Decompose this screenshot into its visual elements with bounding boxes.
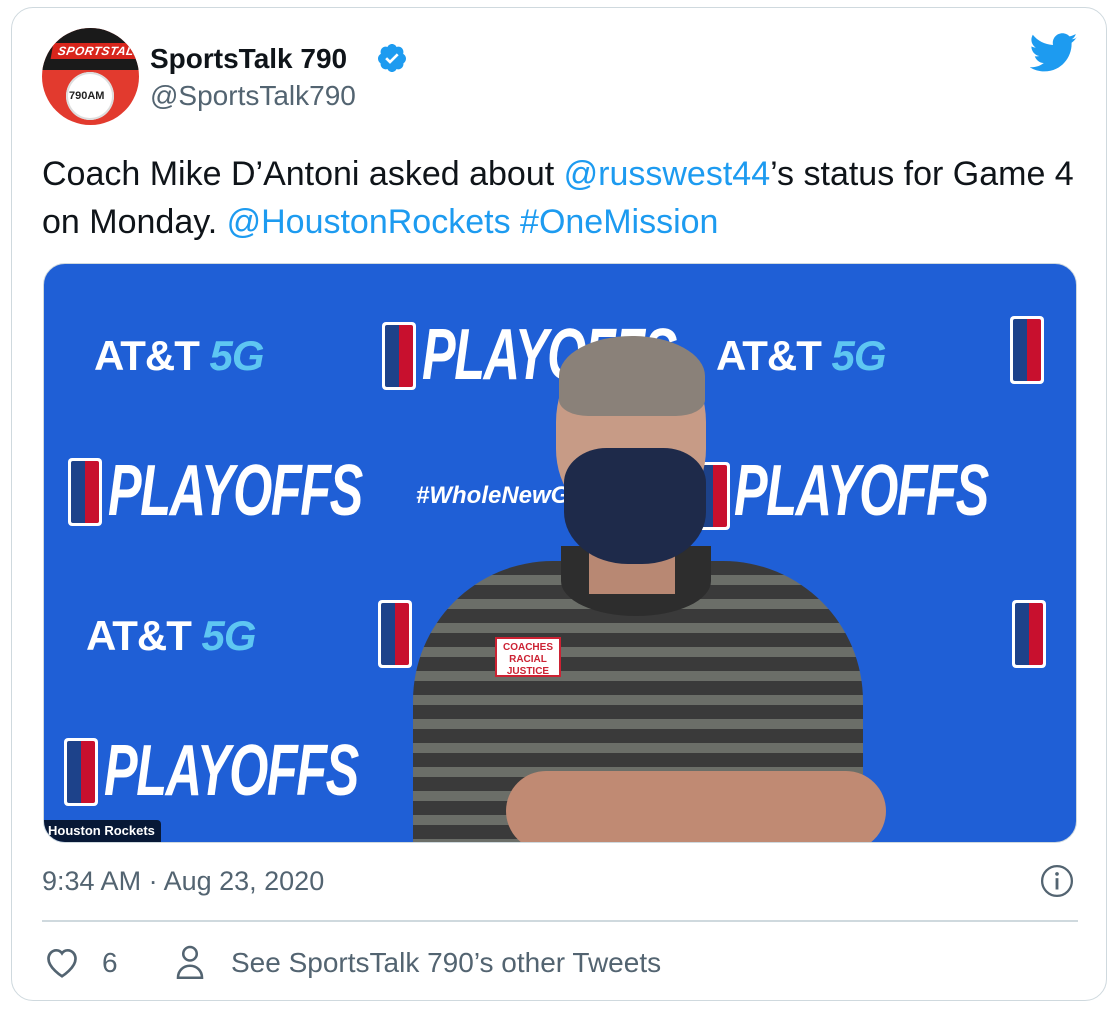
like-heart-icon[interactable]	[44, 945, 80, 979]
face-mask	[564, 448, 706, 564]
nba-logo-icon	[64, 738, 98, 806]
account-handle[interactable]: @SportsTalk790	[150, 80, 356, 112]
info-icon[interactable]	[1040, 864, 1074, 898]
person-hair	[559, 336, 705, 416]
hashtag-onemission[interactable]: #OneMission	[520, 203, 718, 241]
avatar-frequency: 790AM	[69, 90, 105, 102]
account-name[interactable]: SportsTalk 790	[150, 43, 347, 75]
backdrop-playoffs: PLAYOFFS	[734, 451, 989, 531]
see-other-tweets-link[interactable]: See SportsTalk 790’s other Tweets	[231, 947, 661, 979]
tweet-text: Coach Mike D’Antoni asked about @russwes…	[42, 150, 1082, 246]
user-icon[interactable]	[174, 944, 206, 980]
person-arms	[506, 771, 886, 842]
nba-logo-icon	[378, 600, 412, 668]
mention-russwest44[interactable]: @russwest44	[564, 155, 770, 193]
tweet-media-video[interactable]: AT&T 5G PLAYOFFS AT&T 5G PLAYOFFS #Whole…	[43, 263, 1077, 843]
backdrop-hashtag: #WholeNewGa	[416, 482, 583, 509]
divider	[42, 920, 1078, 922]
like-count[interactable]: 6	[102, 947, 118, 979]
nba-logo-icon	[382, 322, 416, 390]
tweet-text-part1: Coach Mike D’Antoni asked about	[42, 155, 564, 193]
twitter-bird-icon[interactable]	[1030, 33, 1078, 73]
nba-logo-icon	[68, 458, 102, 526]
nba-logo-icon	[1010, 316, 1044, 384]
mention-houstonrockets[interactable]: @HoustonRockets	[227, 203, 511, 241]
backdrop-playoffs: PLAYOFFS	[108, 451, 363, 531]
backdrop-att: AT&T 5G	[86, 612, 257, 659]
avatar-brand: SPORTSTALK	[50, 43, 139, 59]
avatar[interactable]: SPORTSTALK 790AM	[42, 28, 139, 125]
backdrop-att: AT&T 5G	[94, 332, 265, 379]
verified-icon	[378, 44, 406, 72]
tweet-timestamp[interactable]: 9:34 AM · Aug 23, 2020	[42, 866, 324, 897]
video-source-label: Houston Rockets	[44, 820, 161, 842]
nba-logo-icon	[1012, 600, 1046, 668]
racial-justice-pin: COACHES RACIAL JUSTICE	[495, 637, 561, 677]
backdrop-playoffs: PLAYOFFS	[104, 731, 359, 811]
backdrop-att: AT&T 5G	[716, 332, 887, 379]
